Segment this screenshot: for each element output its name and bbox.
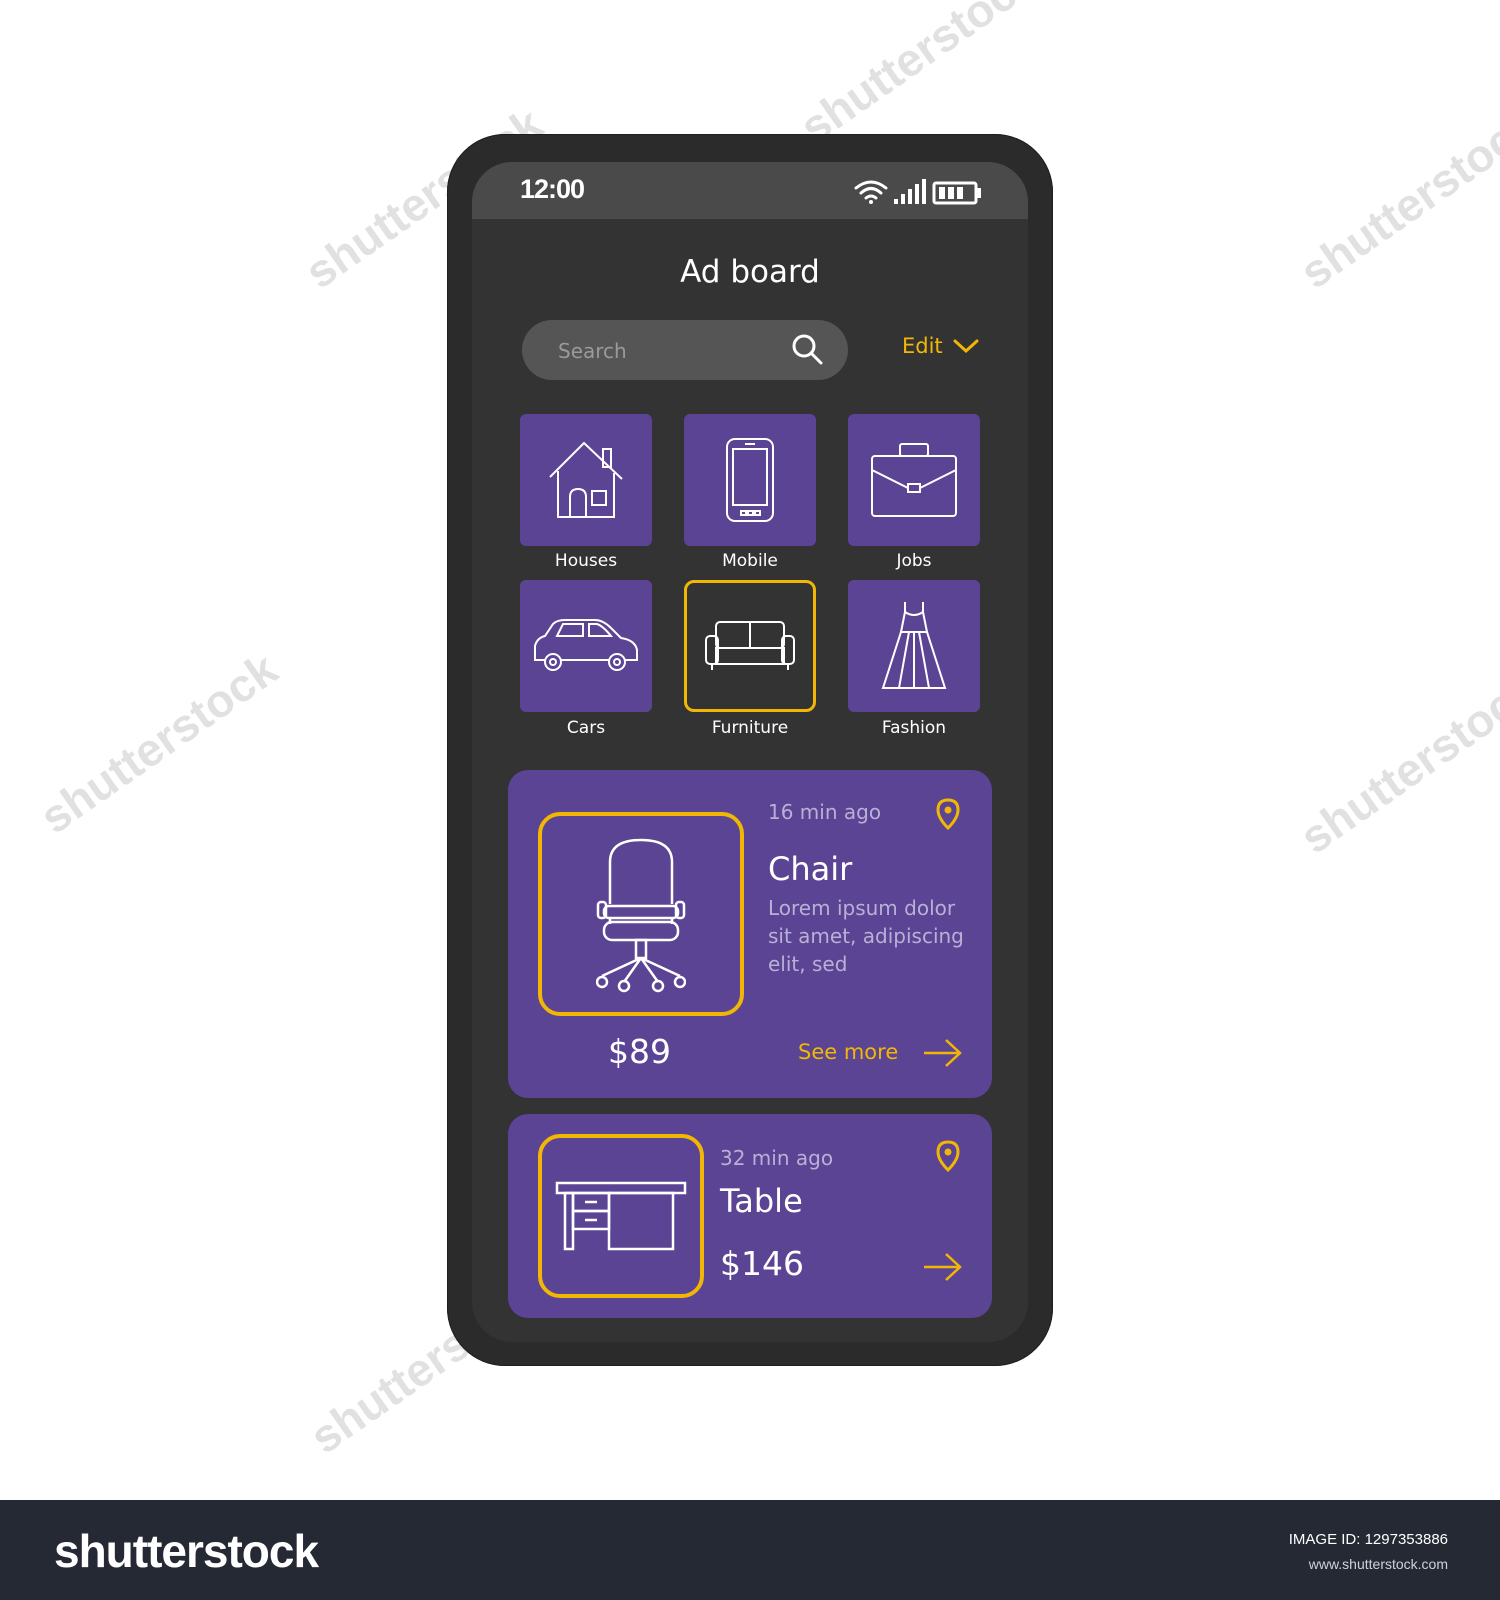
arrow-right-icon[interactable] — [922, 1038, 964, 1068]
listing-description: Lorem ipsum dolor sit amet, adipiscing e… — [768, 896, 964, 976]
category-cars[interactable] — [520, 580, 652, 712]
footer-logo: shutterstock — [54, 1525, 319, 1577]
listing-price: $146 — [720, 1244, 804, 1283]
watermark: shutterstock — [790, 0, 1047, 154]
category-label-fashion: Fashion — [881, 718, 947, 738]
category-fashion[interactable] — [848, 580, 980, 712]
footer-site: www.shutterstock.com — [1308, 1556, 1448, 1572]
house-icon — [549, 441, 623, 518]
listing-image — [538, 1134, 704, 1298]
footer-image-id: IMAGE ID: 1297353886 — [1288, 1531, 1448, 1548]
listing-title: Table — [720, 1182, 803, 1220]
status-time: 12:00 — [520, 174, 585, 204]
app-screen: 12:00 Ad board Search Edit Houses Mobile… — [472, 162, 1028, 1342]
sofa-icon — [705, 621, 795, 670]
listing-card-table[interactable]: 32 min ago Table $146 — [508, 1114, 992, 1318]
search-bar[interactable] — [522, 320, 848, 380]
arrow-right-icon[interactable] — [922, 1252, 964, 1282]
watermark: shutterstock — [1290, 662, 1500, 864]
see-more-link[interactable]: See more — [798, 1040, 898, 1064]
watermark: shutterstock — [30, 642, 287, 844]
listing-time: 32 min ago — [720, 1146, 834, 1170]
stock-footer: shutterstock IMAGE ID: 1297353886 www.sh… — [0, 1500, 1500, 1600]
office-chair-icon — [596, 838, 686, 993]
listing-image — [538, 812, 744, 1016]
status-icons — [854, 179, 981, 205]
desk-icon — [555, 1181, 687, 1251]
category-label-mobile: Mobile — [722, 551, 778, 571]
chevron-down-icon — [953, 339, 979, 354]
location-pin-icon[interactable] — [936, 798, 960, 830]
dress-icon — [881, 602, 947, 689]
signal-icon — [894, 179, 926, 204]
listing-title: Chair — [768, 850, 853, 888]
car-icon — [534, 619, 638, 671]
search-input[interactable] — [556, 334, 780, 368]
edit-label: Edit — [902, 334, 943, 358]
briefcase-icon — [871, 443, 957, 517]
watermark: shutterstock — [1290, 97, 1500, 299]
category-mobile[interactable] — [684, 414, 816, 546]
category-furniture[interactable] — [684, 580, 816, 712]
page-title: Ad board — [680, 254, 820, 290]
location-pin-icon[interactable] — [936, 1140, 960, 1172]
listing-price: $89 — [608, 1032, 671, 1071]
wifi-icon — [854, 180, 888, 204]
battery-icon — [932, 181, 981, 205]
edit-dropdown[interactable]: Edit — [902, 334, 979, 358]
listing-time: 16 min ago — [768, 800, 882, 824]
category-label-houses: Houses — [554, 551, 618, 571]
status-bar: 12:00 — [472, 162, 1028, 219]
category-label-jobs: Jobs — [896, 551, 932, 571]
category-label-furniture: Furniture — [711, 718, 789, 738]
listing-card-chair[interactable]: 16 min ago Chair Lorem ipsum dolor sit a… — [508, 770, 992, 1098]
smartphone-icon — [726, 438, 774, 522]
category-houses[interactable] — [520, 414, 652, 546]
search-icon[interactable] — [790, 332, 826, 368]
category-label-cars: Cars — [566, 718, 606, 738]
category-jobs[interactable] — [848, 414, 980, 546]
